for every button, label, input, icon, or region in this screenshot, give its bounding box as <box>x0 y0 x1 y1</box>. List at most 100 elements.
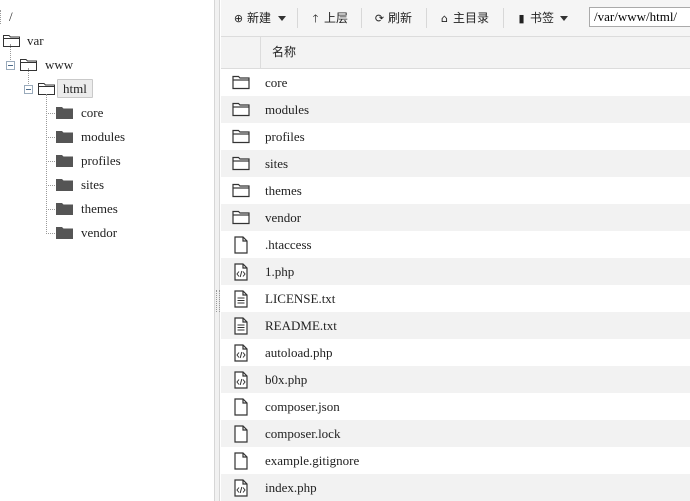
file-icon <box>234 425 248 443</box>
code-file-icon <box>234 479 248 497</box>
refresh-button[interactable]: ⟳ 刷新 <box>373 8 412 28</box>
file-icon <box>234 398 248 416</box>
tree-node-themes[interactable]: themes <box>0 198 200 220</box>
code-file-icon <box>234 344 248 362</box>
code-file-icon <box>234 371 248 389</box>
tree-node-label: sites <box>81 177 105 192</box>
folder-icon <box>56 155 73 167</box>
home-button[interactable]: ⌂ 主目录 <box>438 8 489 28</box>
file-row[interactable]: modules <box>221 96 690 123</box>
file-name: profiles <box>265 129 305 144</box>
file-row[interactable]: composer.lock <box>221 420 690 447</box>
file-row[interactable]: sites <box>221 150 690 177</box>
file-icon <box>234 452 248 470</box>
pane-splitter[interactable] <box>214 0 220 501</box>
code-file-icon <box>234 263 248 281</box>
toolbar-separator <box>503 8 504 28</box>
toolbar-separator <box>426 8 427 28</box>
up-level-button-label: 上层 <box>324 11 349 25</box>
file-name: core <box>265 75 288 90</box>
file-row[interactable]: LICENSE.txt <box>221 285 690 312</box>
folder-icon <box>56 107 73 119</box>
file-name: themes <box>265 183 302 198</box>
tree-node-label: www <box>45 57 74 72</box>
file-name: LICENSE.txt <box>265 291 336 306</box>
bookmark-icon: ▮ <box>518 12 525 25</box>
home-button-label: 主目录 <box>453 11 490 25</box>
file-list: core modules profiles sites themes vendor .hta… <box>221 69 690 501</box>
bookmark-button[interactable]: ▮ 书签 <box>515 8 554 28</box>
file-row[interactable]: example.gitignore <box>221 447 690 474</box>
tree-node-label: modules <box>81 129 126 144</box>
folder-icon <box>232 210 250 225</box>
folder-icon <box>232 183 250 198</box>
text-file-icon <box>234 317 248 335</box>
plus-circle-icon: ⊕ <box>233 12 244 25</box>
directory-tree: / var www html core modules profiles sit… <box>0 0 214 501</box>
file-icon <box>234 236 248 254</box>
tree-guide-line <box>0 10 1 24</box>
file-name: b0x.php <box>265 372 308 387</box>
collapse-toggle-icon[interactable] <box>6 61 15 70</box>
new-dropdown-caret-icon[interactable] <box>278 16 286 21</box>
folder-icon <box>232 75 250 90</box>
icon-column-header <box>221 37 261 68</box>
file-name: autoload.php <box>265 345 333 360</box>
tree-node-profiles[interactable]: profiles <box>0 150 200 172</box>
tree-node-label: vendor <box>81 225 118 240</box>
collapse-toggle-icon[interactable] <box>24 85 33 94</box>
folder-icon <box>232 102 250 117</box>
file-row[interactable]: composer.json <box>221 393 690 420</box>
toolbar-separator <box>361 8 362 28</box>
tree-node-modules[interactable]: modules <box>0 126 200 148</box>
new-button-label: 新建 <box>247 11 272 25</box>
file-name: modules <box>265 102 310 117</box>
refresh-icon: ⟳ <box>374 12 385 25</box>
tree-node-label-selected: html <box>57 79 93 98</box>
tree-root-label: / <box>9 9 13 24</box>
bookmark-button-label: 书签 <box>530 11 555 25</box>
folder-icon <box>56 131 73 143</box>
toolbar-separator <box>297 8 298 28</box>
file-name: composer.json <box>265 399 340 414</box>
arrow-up-icon: 🡑 <box>312 12 319 25</box>
tree-node-var[interactable]: var <box>0 30 200 52</box>
tree-node-label: var <box>27 33 44 48</box>
file-row[interactable]: index.php <box>221 474 690 501</box>
text-file-icon <box>234 290 248 308</box>
up-level-button[interactable]: 🡑 上层 <box>309 8 348 28</box>
tree-node-core[interactable]: core <box>0 102 200 124</box>
file-row[interactable]: .htaccess <box>221 231 690 258</box>
file-name: README.txt <box>265 318 337 333</box>
new-button[interactable]: ⊕ 新建 <box>232 8 271 28</box>
file-name: .htaccess <box>265 237 312 252</box>
tree-node-label: core <box>81 105 104 120</box>
tree-node-html[interactable]: html <box>0 78 200 100</box>
file-row[interactable]: autoload.php <box>221 339 690 366</box>
file-name: 1.php <box>265 264 295 279</box>
file-name: sites <box>265 156 289 171</box>
tree-node-sites[interactable]: sites <box>0 174 200 196</box>
name-column-header[interactable]: 名称 <box>272 37 296 68</box>
folder-icon <box>56 203 73 215</box>
splitter-grip-icon[interactable] <box>216 290 220 312</box>
folder-icon <box>3 35 20 47</box>
file-name: example.gitignore <box>265 453 360 468</box>
folder-icon <box>56 227 73 239</box>
file-row[interactable]: vendor <box>221 204 690 231</box>
path-input[interactable] <box>589 7 690 27</box>
file-row[interactable]: core <box>221 69 690 96</box>
file-row[interactable]: 1.php <box>221 258 690 285</box>
file-row[interactable]: README.txt <box>221 312 690 339</box>
tree-node-vendor[interactable]: vendor <box>0 222 200 244</box>
bookmark-dropdown-caret-icon[interactable] <box>560 16 568 21</box>
file-row[interactable]: b0x.php <box>221 366 690 393</box>
folder-icon <box>232 129 250 144</box>
file-row[interactable]: themes <box>221 177 690 204</box>
toolbar: ⊕ 新建 🡑 上层 ⟳ 刷新 ⌂ 主目录 ▮ 书签 <box>221 0 690 37</box>
tree-node-www[interactable]: www <box>0 54 200 76</box>
folder-icon <box>56 179 73 191</box>
file-row[interactable]: profiles <box>221 123 690 150</box>
tree-node-label: profiles <box>81 153 121 168</box>
folder-icon <box>232 156 250 171</box>
